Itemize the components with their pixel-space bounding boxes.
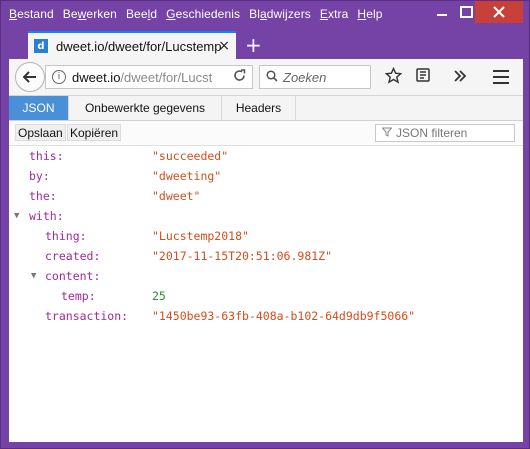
menu-bewerken-pre: Be (62, 7, 78, 21)
info-icon[interactable]: i (52, 70, 66, 84)
save-button[interactable]: Opslaan (15, 124, 66, 141)
json-row-this[interactable]: this: "succeeded" (9, 146, 523, 166)
menu-bestand[interactable]: Bestand (9, 7, 54, 21)
bookmark-star-icon[interactable] (384, 66, 403, 88)
tab-json[interactable]: JSON (9, 96, 69, 120)
menu-beeld-post: d (150, 7, 158, 21)
url-bar[interactable]: i dweet.io/dweet/for/Lucstemp2018 (45, 65, 253, 89)
menu-bladwijzers-accel: a (259, 7, 267, 21)
minimize-icon (437, 14, 447, 16)
menu-bestand-accel: B (9, 7, 18, 21)
url-text[interactable]: dweet.io/dweet/for/Lucstemp2018 (72, 70, 212, 85)
new-tab-button[interactable]: + (245, 33, 262, 57)
hamburger-menu-icon[interactable] (493, 70, 509, 88)
filter-placeholder: JSON filteren (396, 126, 468, 140)
menu-bladwijzers-post: dwijzers (266, 7, 311, 21)
menu-geschiedenis[interactable]: Geschiedenis (166, 7, 240, 21)
url-path: /dweet/for/Lucstemp2018 (120, 69, 212, 85)
collapse-triangle-icon[interactable]: ▼ (14, 206, 19, 226)
window-close-button[interactable] (475, 1, 523, 23)
back-button[interactable] (15, 62, 45, 92)
search-bar[interactable]: Zoeken (259, 65, 371, 89)
json-key: by: (29, 169, 50, 183)
tab-raw-data[interactable]: Onbewerkte gegevens (69, 96, 222, 120)
tab-headers[interactable]: Headers (222, 96, 296, 120)
filter-icon (381, 127, 393, 140)
menu-bladwijzers-pre: Bl (249, 7, 260, 21)
viewer-tabs: JSON Onbewerkte gegevens Headers (9, 96, 523, 121)
menu-geschiedenis-label: eschiedenis (175, 7, 241, 21)
url-host: dweet.io (72, 69, 121, 85)
overflow-icon[interactable] (453, 67, 467, 86)
json-key: created: (45, 249, 101, 263)
menu-bestand-label: estand (17, 7, 54, 21)
json-key: temp: (61, 289, 96, 303)
menu-help[interactable]: Help (357, 7, 382, 21)
navigation-toolbar: i dweet.io/dweet/for/Lucstemp2018 Zoeken (9, 59, 523, 96)
menu-geschiedenis-accel: G (166, 7, 176, 21)
collapse-triangle-icon[interactable]: ▼ (31, 266, 36, 286)
tab-strip: d dweet.io/dweet/for/Lucstemp2018 × + (1, 27, 530, 59)
tab-dweet[interactable]: d dweet.io/dweet/for/Lucstemp2018 × (28, 31, 236, 59)
menu-extra-label: xtra (328, 7, 349, 21)
viewer-toolbar: Opslaan Kopiëren JSON filteren (9, 121, 523, 146)
search-placeholder: Zoeken (283, 69, 327, 85)
json-row-transaction[interactable]: transaction: "1450be93-63fb-408a-b102-64… (9, 306, 523, 326)
reload-icon[interactable] (233, 69, 246, 86)
menu-bewerken-post: erken (86, 7, 117, 21)
menu-extra-accel: E (319, 7, 329, 21)
tab-title: dweet.io/dweet/for/Lucstemp2018 (56, 38, 221, 54)
menu-beeld[interactable]: Beeld (126, 7, 157, 21)
json-row-the[interactable]: the: "dweet" (9, 186, 523, 206)
tab-close-icon[interactable]: × (218, 38, 230, 54)
menu-extra[interactable]: Extra (320, 7, 349, 21)
menu-bladwijzers[interactable]: Bladwijzers (249, 7, 311, 21)
menu-help-accel: H (357, 7, 367, 21)
json-filter-input[interactable]: JSON filteren (375, 124, 515, 142)
close-icon (493, 6, 505, 18)
json-key: the: (29, 189, 57, 203)
browser-window: Bestand Bewerken Beeld Geschiedenis Blad… (0, 0, 530, 449)
library-icon[interactable] (415, 67, 431, 87)
json-value: "1450be93-63fb-408a-b102-64d9db9f5066" (152, 309, 416, 323)
json-value: "succeeded" (152, 149, 229, 163)
json-row-content[interactable]: ▼ content: (9, 266, 523, 286)
json-value: "dweet" (152, 189, 201, 203)
json-key: content: (45, 269, 101, 283)
json-row-thing[interactable]: thing: "Lucstemp2018" (9, 226, 523, 246)
back-arrow-icon (23, 71, 36, 83)
search-icon (266, 69, 278, 85)
copy-button[interactable]: Kopiëren (67, 124, 122, 141)
json-value: 25 (152, 289, 166, 303)
menu-bar: Bestand Bewerken Beeld Geschiedenis Blad… (9, 1, 392, 27)
json-viewer: JSON Onbewerkte gegevens Headers Opslaan… (9, 96, 523, 442)
json-row-by[interactable]: by: "dweeting" (9, 166, 523, 186)
json-key: with: (29, 209, 64, 223)
menu-help-label: elp (366, 7, 383, 21)
json-key: transaction: (45, 309, 129, 323)
json-value: "2017-11-15T20:51:06.981Z" (152, 249, 333, 263)
json-key: thing: (45, 229, 87, 243)
menu-beeld-pre: Bee (125, 7, 148, 21)
json-row-with[interactable]: ▼ with: (9, 206, 523, 226)
json-row-temp[interactable]: temp: 25 (9, 286, 523, 306)
json-value: "dweeting" (152, 169, 222, 183)
json-row-created[interactable]: created: "2017-11-15T20:51:06.981Z" (9, 246, 523, 266)
favicon-icon: d (34, 39, 48, 53)
maximize-icon (459, 6, 473, 18)
json-value: "Lucstemp2018" (152, 229, 249, 243)
menu-bewerken[interactable]: Bewerken (63, 7, 117, 21)
json-key: this: (29, 149, 64, 163)
